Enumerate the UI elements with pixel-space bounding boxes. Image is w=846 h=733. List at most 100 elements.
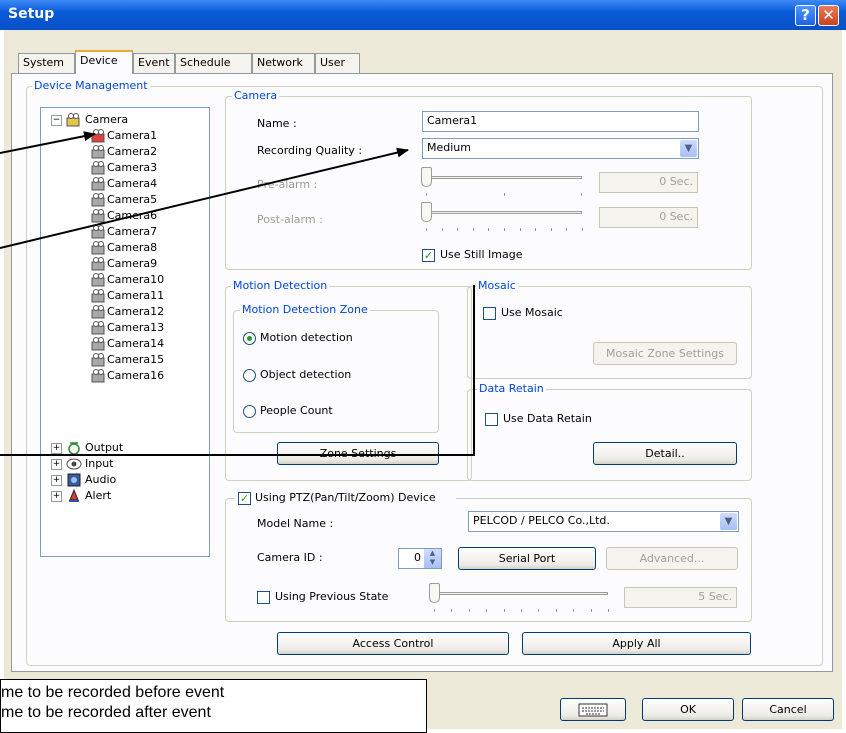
camera-id-label: Camera ID : xyxy=(257,551,323,564)
name-label: Name : xyxy=(257,117,297,130)
slider-tick xyxy=(468,609,470,612)
use-ptz-label: Using PTZ(Pan/Tilt/Zoom) Device xyxy=(255,491,436,504)
help-button[interactable]: ? xyxy=(795,5,816,26)
recording-quality-select[interactable]: Medium ▼ xyxy=(422,138,699,159)
ok-button[interactable]: OK xyxy=(642,698,734,721)
use-data-retain-checkbox[interactable] xyxy=(485,413,498,426)
use-mosaic-label: Use Mosaic xyxy=(501,306,563,319)
tree-item-camera[interactable]: Camera6 xyxy=(91,208,157,224)
advanced-button[interactable]: Advanced... xyxy=(606,547,738,570)
camera-icon xyxy=(91,225,107,239)
collapse-icon[interactable]: − xyxy=(51,114,62,126)
output-icon xyxy=(66,441,82,455)
expand-icon[interactable]: + xyxy=(51,442,62,454)
tree-item-label: Camera11 xyxy=(107,289,165,302)
pre-alarm-slider-thumb[interactable] xyxy=(421,167,432,187)
tree-item-camera[interactable]: − Camera xyxy=(51,112,128,128)
tab-network[interactable]: Network xyxy=(252,53,315,73)
camera-icon xyxy=(91,177,107,191)
tree-item-label: Alert xyxy=(85,489,112,502)
use-still-image-checkbox[interactable]: ✓ xyxy=(422,249,435,262)
tree-item-camera[interactable]: Camera16 xyxy=(91,368,164,384)
expand-icon[interactable]: + xyxy=(51,458,62,470)
close-button[interactable]: ✕ xyxy=(818,5,839,26)
previous-state-slider[interactable] xyxy=(434,592,608,595)
previous-state-slider-thumb[interactable] xyxy=(429,583,440,603)
keyboard-button[interactable] xyxy=(560,698,626,721)
motion-detection-radio[interactable] xyxy=(243,332,256,345)
tree-item-camera[interactable]: Camera9 xyxy=(91,256,157,272)
tab-schedule[interactable]: Schedule xyxy=(175,53,252,73)
tree-item-output[interactable]: + Output xyxy=(51,440,123,456)
camera-icon xyxy=(91,289,107,303)
camera-id-spinner[interactable]: ▲ ▼ xyxy=(424,549,441,568)
tree-item-camera[interactable]: Camera2 xyxy=(91,144,157,160)
expand-icon[interactable]: + xyxy=(51,490,62,502)
motion-detection-option-label: Motion detection xyxy=(260,331,353,344)
tree-item-label: Camera16 xyxy=(107,369,165,382)
slider-tick xyxy=(451,609,453,612)
chevron-down-icon[interactable]: ▼ xyxy=(680,140,697,157)
tab-system[interactable]: System xyxy=(18,53,75,73)
recording-quality-value: Medium xyxy=(427,141,471,154)
tree-item-input[interactable]: + Input xyxy=(51,456,113,472)
tree-item-camera[interactable]: Camera8 xyxy=(91,240,157,256)
use-ptz-checkbox[interactable]: ✓ xyxy=(238,492,251,505)
tab-user[interactable]: User xyxy=(315,53,360,73)
mosaic-zone-settings-button[interactable]: Mosaic Zone Settings xyxy=(593,342,737,365)
previous-state-value: 5 Sec. xyxy=(624,587,737,608)
pre-alarm-slider[interactable] xyxy=(426,176,582,179)
chevron-down-icon[interactable]: ▼ xyxy=(720,513,737,530)
camera-icon xyxy=(91,337,107,351)
tree-item-label: Camera15 xyxy=(107,353,165,366)
data-retain-group xyxy=(467,389,752,481)
name-input[interactable]: Camera1 xyxy=(422,111,699,132)
data-retain-legend: Data Retain xyxy=(477,382,546,395)
tree-item-camera[interactable]: Camera12 xyxy=(91,304,164,320)
tab-event[interactable]: Event xyxy=(133,53,175,73)
object-detection-radio[interactable] xyxy=(243,369,256,382)
using-previous-state-checkbox[interactable] xyxy=(257,591,270,604)
expand-icon[interactable]: + xyxy=(51,474,62,486)
camera-icon xyxy=(91,321,107,335)
access-control-button[interactable]: Access Control xyxy=(277,632,509,655)
post-alarm-slider-thumb[interactable] xyxy=(421,202,432,222)
tree-item-camera[interactable]: Camera15 xyxy=(91,352,164,368)
serial-port-button[interactable]: Serial Port xyxy=(458,547,596,570)
use-still-image-label: Use Still Image xyxy=(440,248,523,261)
slider-tick xyxy=(538,609,540,612)
tree-item-camera[interactable]: Camera13 xyxy=(91,320,164,336)
tab-device[interactable]: Device xyxy=(75,50,133,74)
detail-button[interactable]: Detail.. xyxy=(593,442,737,465)
slider-tick xyxy=(590,609,592,612)
tree-item-alert[interactable]: + Alert xyxy=(51,488,111,504)
tree-item-label: Camera5 xyxy=(107,193,158,206)
slider-tick xyxy=(426,228,427,231)
cancel-button[interactable]: Cancel xyxy=(742,698,834,721)
slider-tick xyxy=(426,193,427,196)
tree-item-camera[interactable]: Camera10 xyxy=(91,272,164,288)
tree-item-camera[interactable]: Camera3 xyxy=(91,160,157,176)
tree-item-camera[interactable]: Camera7 xyxy=(91,224,157,240)
title-bar[interactable]: Setup ? ✕ xyxy=(0,0,846,30)
slider-tick xyxy=(472,228,474,231)
slider-tick xyxy=(535,228,537,231)
zone-settings-button[interactable]: Zone Settings xyxy=(277,442,439,465)
model-name-select[interactable]: PELCOD / PELCO Co.,Ltd. ▼ xyxy=(468,511,739,532)
model-name-value: PELCOD / PELCO Co.,Ltd. xyxy=(473,514,610,527)
tree-item-camera[interactable]: Camera14 xyxy=(91,336,164,352)
tree-item-camera[interactable]: Camera5 xyxy=(91,192,157,208)
tree-item-audio[interactable]: + Audio xyxy=(51,472,116,488)
tree-item-label: Input xyxy=(85,457,114,470)
apply-all-button[interactable]: Apply All xyxy=(522,632,751,655)
tree-item-camera[interactable]: Camera4 xyxy=(91,176,157,192)
post-alarm-slider[interactable] xyxy=(426,211,582,214)
camera-icon xyxy=(91,129,107,143)
recording-quality-label: Recording Quality : xyxy=(257,144,363,157)
people-count-radio[interactable] xyxy=(243,405,256,418)
tree-item-camera[interactable]: Camera11 xyxy=(91,288,164,304)
alert-icon xyxy=(66,488,82,503)
tree-item-camera[interactable]: Camera1 xyxy=(91,128,158,144)
device-tree[interactable]: − Camera Camera1 Camera2 Camera3 Camera4 Cam… xyxy=(40,107,210,557)
use-mosaic-checkbox[interactable] xyxy=(483,307,496,320)
